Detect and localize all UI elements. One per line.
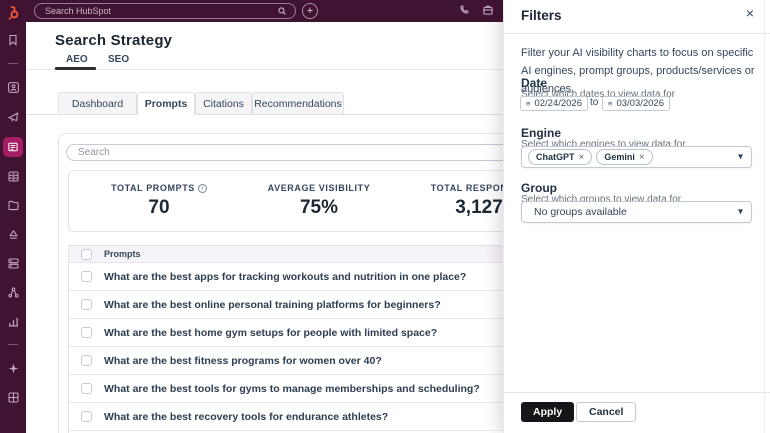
chip-remove-icon[interactable]: × (639, 152, 645, 163)
prompt-text[interactable]: What are the best apps for tracking work… (104, 271, 503, 283)
row-checkbox[interactable] (81, 383, 92, 394)
apply-button[interactable]: Apply (521, 402, 574, 422)
row-checkbox[interactable] (81, 271, 92, 282)
grid-icon (7, 391, 20, 404)
sidebar-item-library[interactable] (5, 197, 21, 213)
sidebar-item-data[interactable] (5, 255, 21, 271)
sidebar-divider (8, 63, 18, 64)
tab-dashboard[interactable]: Dashboard (58, 92, 137, 115)
date-from-value: 02/24/2026 (534, 98, 582, 109)
chip-label: ChatGPT (536, 152, 575, 162)
sidebar-item-launch[interactable] (5, 226, 21, 242)
drawers-icon (7, 170, 20, 183)
sidebar-item-workflows[interactable] (5, 284, 21, 300)
info-icon[interactable]: i (198, 184, 207, 193)
date-to-input[interactable]: 03/03/2026 (602, 96, 670, 111)
sidebar-item-marketplace[interactable] (5, 389, 21, 405)
sidebar-divider (8, 344, 18, 345)
sparkle-icon (7, 362, 20, 375)
chip-label: Gemini (604, 152, 635, 162)
date-from-input[interactable]: 02/24/2026 (520, 96, 588, 111)
bar-chart-icon (7, 315, 20, 328)
stat-label: AVERAGE VISIBILITY (268, 183, 371, 193)
content-icon (7, 141, 19, 153)
engine-section-label: Engine (521, 126, 561, 140)
row-checkbox[interactable] (81, 411, 92, 422)
stat-value: 75% (239, 197, 399, 219)
calendar-icon (526, 99, 530, 108)
sidebar-item-contacts[interactable] (5, 79, 21, 95)
phone-icon[interactable] (458, 4, 472, 18)
stat-total-prompts: TOTAL PROMPTSi 70 (79, 183, 239, 219)
global-search-input[interactable] (43, 5, 277, 17)
tab-recommendations[interactable]: Recommendations (252, 92, 344, 115)
engine-chip-gemini[interactable]: Gemini × (596, 149, 652, 165)
database-icon (7, 257, 20, 270)
panel-title: Filters (521, 8, 562, 23)
panel-divider (504, 33, 770, 34)
network-icon (7, 286, 20, 299)
stat-value: 70 (79, 197, 239, 219)
group-select[interactable]: No groups available ▾ (521, 201, 752, 223)
engine-select[interactable]: ChatGPT × Gemini × ▾ (521, 146, 752, 168)
hubspot-logo-icon[interactable] (6, 5, 21, 20)
row-checkbox[interactable] (81, 327, 92, 338)
contacts-icon (7, 81, 20, 94)
megaphone-icon (7, 110, 20, 123)
tab-citations[interactable]: Citations (195, 92, 252, 115)
workspace-icon[interactable] (482, 4, 496, 18)
prompt-text[interactable]: What are the best fitness programs for w… (104, 355, 503, 367)
group-section-label: Group (521, 181, 557, 195)
sidebar-item-reporting[interactable] (5, 313, 21, 329)
prompt-text[interactable]: What are the best online personal traini… (104, 299, 503, 311)
prompt-text[interactable]: What are the best tools for gyms to mana… (104, 383, 503, 395)
row-checkbox[interactable] (81, 355, 92, 366)
tab-prompts[interactable]: Prompts (137, 92, 195, 115)
group-select-value: No groups available (534, 206, 627, 218)
cancel-button[interactable]: Cancel (576, 402, 636, 422)
bookmark-icon (7, 34, 19, 46)
panel-scrollbar-gutter[interactable] (764, 0, 765, 433)
page-title: Search Strategy (55, 32, 172, 49)
stat-average-visibility: AVERAGE VISIBILITY 75% (239, 183, 399, 219)
sidebar-item-ai-assistant[interactable] (5, 360, 21, 376)
chevron-down-icon[interactable]: ▾ (738, 207, 743, 218)
calendar-icon (608, 99, 612, 108)
eject-icon (7, 228, 20, 241)
tab-aeo[interactable]: AEO (66, 54, 88, 65)
prompt-text[interactable]: What are the best recovery tools for end… (104, 411, 503, 423)
prompt-text[interactable]: What are the best home gym setups for pe… (104, 327, 503, 339)
row-checkbox[interactable] (81, 299, 92, 310)
app-window: + Search Strategy AEO SEO Dashboard Prom… (0, 0, 770, 433)
date-section-label: Date (521, 76, 547, 90)
search-icon (277, 6, 287, 16)
panel-footer-rule (504, 392, 770, 393)
global-search[interactable] (34, 3, 296, 19)
tab-seo[interactable]: SEO (108, 54, 129, 65)
engine-chip-chatgpt[interactable]: ChatGPT × (528, 149, 592, 165)
select-all-checkbox[interactable] (81, 249, 92, 260)
close-icon[interactable]: × (746, 6, 754, 20)
filters-panel: Filters × Filter your AI visibility char… (503, 0, 770, 433)
sidebar-item-content[interactable] (3, 137, 23, 157)
column-header-prompts[interactable]: Prompts (104, 249, 503, 259)
date-to-value: 03/03/2026 (616, 98, 664, 109)
folder-icon (7, 199, 20, 212)
chevron-down-icon[interactable]: ▾ (738, 152, 743, 163)
sidebar-item-commerce[interactable] (5, 168, 21, 184)
create-button[interactable]: + (302, 3, 318, 19)
sidebar-item-bookmarks[interactable] (5, 32, 21, 48)
sidebar (0, 0, 26, 433)
active-tab-underline (55, 67, 96, 70)
sidebar-item-marketing[interactable] (5, 108, 21, 124)
stat-label: TOTAL PROMPTS (111, 183, 195, 193)
date-to-label: to (590, 97, 598, 108)
chip-remove-icon[interactable]: × (579, 152, 585, 163)
